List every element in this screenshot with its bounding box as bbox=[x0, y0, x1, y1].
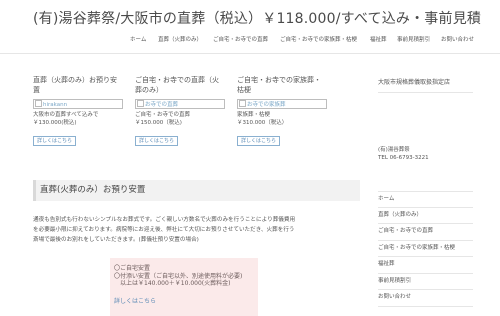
main-paragraph: 通夜も告別式も行わないシンプルなお葬式です。ごく親しい方数名で火葬のみを行うこと… bbox=[33, 215, 363, 245]
paragraph-line: 通夜も告別式も行わないシンプルなお葬式です。ごく親しい方数名で火葬のみを行うこと… bbox=[33, 217, 296, 223]
card-price: ￥150.000（税込) bbox=[135, 119, 182, 126]
card-family-funeral: ご自宅・お寺での家族葬・枯梗 お寺での家族葬 家族葬・枯梗 ￥310.000（税… bbox=[237, 76, 327, 146]
card-text-line: 家族葬・枯梗 bbox=[237, 112, 271, 118]
card-image-alt: お寺での家族葬 bbox=[247, 102, 286, 108]
sidebar-company: (有)湯谷葬祭 bbox=[378, 147, 410, 153]
sidebar-item-chokuso[interactable]: 直葬（火葬のみ） bbox=[378, 208, 473, 224]
card-image[interactable]: hirakann bbox=[33, 99, 123, 109]
site-title[interactable]: (有)湯谷葬祭/大阪市の直葬（税込）￥118.000/すべて込み・事前見積 bbox=[33, 8, 481, 28]
nav-item-chokuso[interactable]: 直葬（火葬のみ） bbox=[158, 35, 202, 43]
nav-item-home-temple-chokuso[interactable]: ご自宅・お寺での直葬 bbox=[213, 35, 268, 43]
card-details-button[interactable]: 詳しくはこちら bbox=[33, 136, 77, 146]
card-title: ご自宅・お寺での直葬（火葬のみ） bbox=[135, 76, 219, 94]
sidebar-heading-text: 大阪市規格葬儀取扱指定店 bbox=[378, 79, 451, 86]
card-text-line: ご自宅・お寺での直葬 bbox=[135, 112, 191, 118]
price-info-box: 〇ご自宅安置 〇付添い安置（ご自宅以外、別途使用料が必要) 以上は￥140.00… bbox=[110, 258, 258, 316]
card-home-temple-chokuso: ご自宅・お寺での直葬（火葬のみ） お寺での直葬 ご自宅・お寺での直葬 ￥150.… bbox=[135, 76, 225, 146]
box-line: 以上は￥140.000＋￥10.000(火葬料金) bbox=[114, 280, 231, 287]
main-heading: 直葬(火葬のみ）お預り安置 bbox=[33, 180, 360, 201]
card-details-button[interactable]: 詳しくはこちら bbox=[135, 136, 179, 146]
sidebar-tel: TEL 06-6793-3221 bbox=[378, 155, 429, 161]
card-price: ￥130.000(税込) bbox=[33, 119, 77, 126]
sidebar-contact: (有)湯谷葬祭 TEL 06-6793-3221 bbox=[378, 146, 473, 162]
header-divider bbox=[0, 53, 500, 54]
card-image[interactable]: お寺での直葬 bbox=[135, 99, 225, 109]
nav-item-estimate-discount[interactable]: 事前見積割引 bbox=[397, 35, 430, 43]
sidebar-item-home[interactable]: ホーム bbox=[378, 191, 473, 208]
card-price: ￥310.000（税込） bbox=[237, 119, 288, 126]
sidebar-item-estimate-discount[interactable]: 事前見積割引 bbox=[378, 274, 473, 290]
sidebar-item-contact[interactable]: お問い合わせ bbox=[378, 290, 473, 307]
card-title: ご自宅・お寺での家族葬・枯梗 bbox=[237, 76, 321, 94]
sidebar-menu: ホーム 直葬（火葬のみ） ご自宅・お寺での直葬 ご自宅・お寺での家族葬・枯梗 福… bbox=[378, 191, 473, 307]
card-image-alt: hirakann bbox=[43, 102, 68, 108]
box-line: 〇付添い安置（ご自宅以外、別途使用料が必要) bbox=[114, 272, 243, 280]
sidebar-item-home-temple-chokuso[interactable]: ご自宅・お寺での直葬 bbox=[378, 224, 473, 241]
sidebar-item-family-funeral[interactable]: ご自宅・お寺での家族葬・枯梗 bbox=[378, 241, 473, 257]
nav-item-family-funeral[interactable]: ご自宅・お寺での家族葬・枯梗 bbox=[280, 35, 357, 43]
card-image-alt: お寺での直葬 bbox=[145, 102, 179, 108]
box-details-link[interactable]: 詳しくはこちら bbox=[114, 296, 258, 305]
card-chokuso: 直葬（火葬のみ）お預り安置 hirakann 大阪市の直葬すべて込みで ￥130… bbox=[33, 76, 123, 146]
card-text-line: 大阪市の直葬すべて込みで bbox=[33, 112, 99, 118]
card-title: 直葬（火葬のみ）お預り安置 bbox=[33, 76, 117, 94]
nav-item-home[interactable]: ホーム bbox=[130, 35, 146, 43]
broken-image-icon bbox=[137, 100, 144, 107]
box-line: 〇ご自宅安置 bbox=[114, 265, 151, 272]
nav-item-welfare[interactable]: 福祉葬 bbox=[370, 35, 387, 43]
broken-image-icon bbox=[239, 100, 246, 107]
sidebar-heading: 大阪市規格葬儀取扱指定店 bbox=[378, 77, 473, 86]
paragraph-line: 斎場で最後のお別れをしていただきます。(葬儀社預り安置の場合) bbox=[33, 237, 199, 243]
card-image[interactable]: お寺での家族葬 bbox=[237, 99, 327, 109]
nav-item-contact[interactable]: お問い合わせ bbox=[441, 35, 474, 43]
sidebar-item-welfare[interactable]: 福祉葬 bbox=[378, 257, 473, 274]
sidebar-divider bbox=[378, 92, 473, 93]
main-nav: ホーム 直葬（火葬のみ） ご自宅・お寺での直葬 ご自宅・お寺での家族葬・枯梗 福… bbox=[0, 35, 500, 47]
paragraph-line: を必要最小限に抑えております。病院等にお迎え後、弊社にて大切にお預りさせていただ… bbox=[33, 227, 295, 233]
card-details-button[interactable]: 詳しくはこちら bbox=[237, 136, 281, 146]
broken-image-icon bbox=[35, 100, 42, 107]
